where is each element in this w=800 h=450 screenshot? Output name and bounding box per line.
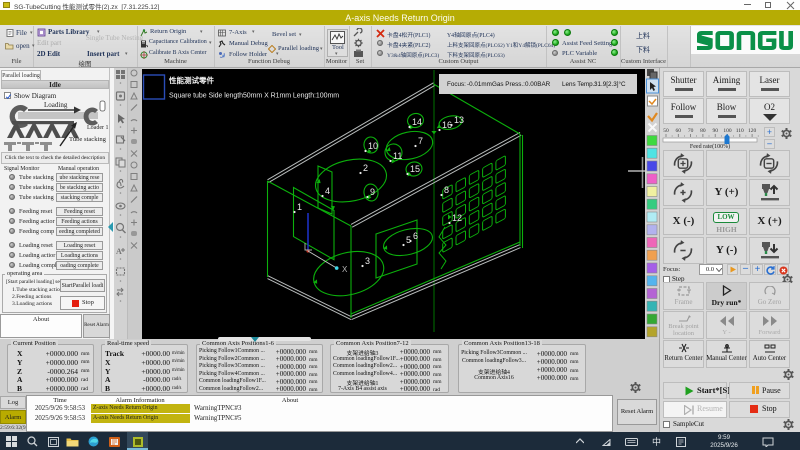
svg-text:10: 10 [368,141,378,151]
svg-text:100: 100 [723,128,732,134]
svg-text:120: 120 [748,128,757,134]
svg-text:8: 8 [444,185,449,195]
svg-text:6: 6 [413,231,418,241]
svg-text:12: 12 [452,213,462,223]
svg-text:70: 70 [688,128,694,134]
svg-text:13: 13 [454,115,464,125]
svg-text:0.00BAR: 0.00BAR [525,81,551,88]
svg-text:60: 60 [676,128,682,134]
svg-text:Tube stacking: Tube stacking [69,136,107,143]
svg-text:80: 80 [700,128,706,134]
svg-text:Gas Press.:: Gas Press.: [492,81,525,88]
svg-text:15: 15 [410,164,420,174]
svg-text:Square tube Side length50mm X: Square tube Side length50mm X R1mm Lengt… [169,93,339,100]
svg-text:Loading: Loading [44,101,68,109]
svg-text:2: 2 [363,163,368,173]
svg-text:性能测试零件: 性能测试零件 [169,75,214,85]
svg-text:9: 9 [370,187,375,197]
svg-text:11: 11 [393,151,402,161]
svg-text:Loader 1: Loader 1 [87,125,109,131]
svg-text:90: 90 [712,128,718,134]
svg-text:31.9[2.3]°C: 31.9[2.3]°C [594,80,626,88]
svg-text:X: X [342,265,348,274]
svg-text:Lens Temp.:: Lens Temp.: [562,81,596,88]
svg-text:7: 7 [418,136,423,146]
svg-text:A: A [116,247,122,256]
svg-text:Focus:: Focus: [447,81,466,88]
svg-text:1: 1 [297,202,302,212]
svg-text:4: 4 [325,186,330,196]
svg-text:16: 16 [442,120,452,130]
svg-text:110: 110 [736,128,744,134]
svg-text:3: 3 [365,256,370,266]
svg-text:14: 14 [412,117,422,127]
svg-text:50: 50 [663,128,669,134]
